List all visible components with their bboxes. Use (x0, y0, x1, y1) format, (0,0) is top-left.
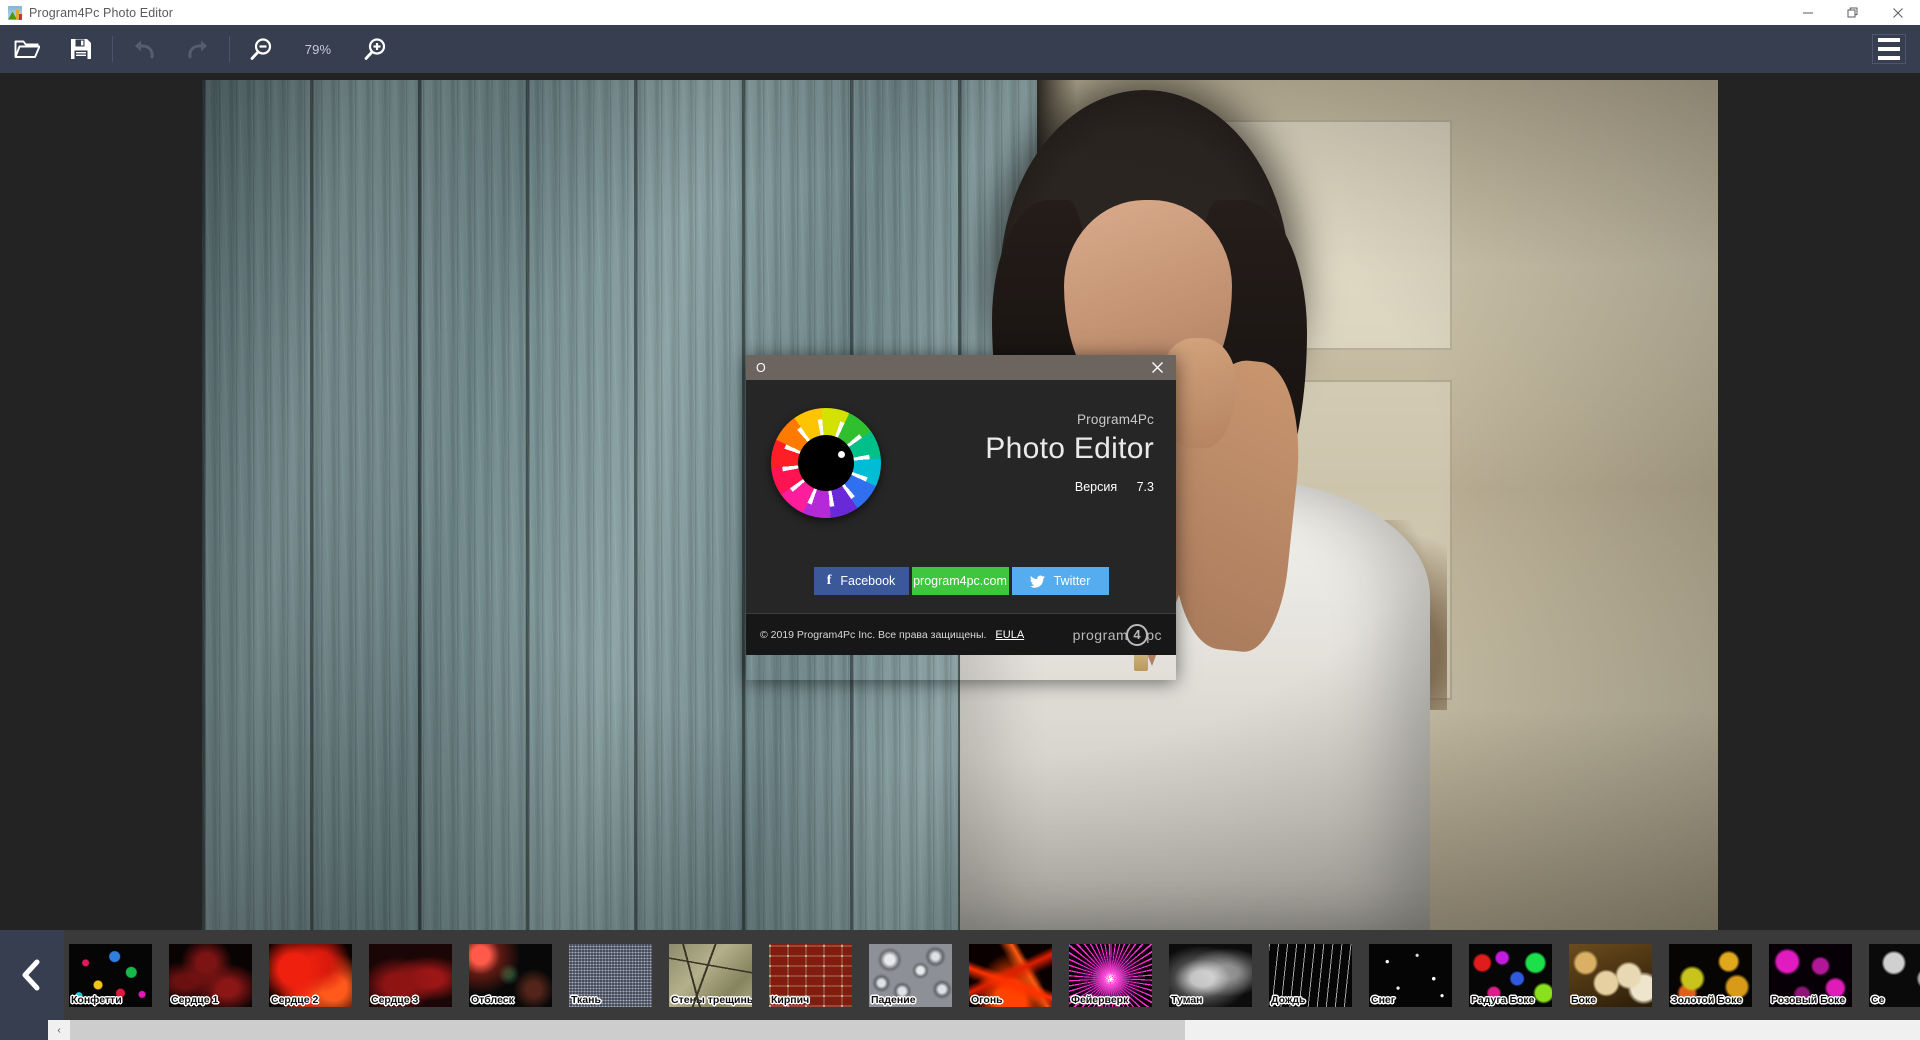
thumbnail-label: Се (1871, 993, 1885, 1006)
facebook-label: Facebook (840, 574, 896, 588)
logo-text-right: pc (1146, 626, 1162, 643)
thumbnail-label: Стены трещины (671, 993, 752, 1006)
scrollbar-track[interactable] (70, 1020, 1920, 1040)
product-name: Photo Editor (985, 432, 1154, 465)
hamburger-menu-icon[interactable] (1872, 34, 1906, 64)
version-label: Версия (1074, 480, 1118, 494)
copyright-text: © 2019 Program4Pc Inc. Все права защищен… (760, 628, 987, 641)
thumbnail-label: Боке (1571, 993, 1597, 1006)
twitter-button[interactable]: Twitter (1011, 567, 1109, 595)
thumbnail-label: Радуга Боке (1471, 993, 1535, 1006)
thumbnail-label: Сердце 2 (271, 993, 319, 1006)
window-controls (1785, 0, 1920, 25)
thumbnail-label: Фейерверк (1071, 993, 1129, 1006)
thumbnail-item[interactable]: Боке (1569, 943, 1652, 1007)
thumbnail-item[interactable]: Ткань (569, 943, 652, 1007)
twitter-label: Twitter (1053, 574, 1091, 588)
thumbnail-label: Огонь (971, 993, 1003, 1006)
thumbnail-label: Сердце 3 (371, 993, 419, 1006)
facebook-button[interactable]: f Facebook (813, 567, 909, 595)
thumbnail-label: Розовый Боке (1771, 993, 1846, 1006)
thumbnail-item[interactable]: Стены трещины (669, 943, 752, 1007)
brand-name: Program4Pc (1076, 412, 1154, 427)
thumbnail-label: Кирпич (771, 993, 810, 1006)
scrollbar-thumb[interactable] (70, 1020, 1185, 1040)
thumbnail-item[interactable]: Отблеск (469, 943, 552, 1007)
zoom-in-icon[interactable] (348, 25, 402, 73)
zoom-out-icon[interactable] (234, 25, 288, 73)
about-dialog-title: О (756, 360, 766, 375)
horizontal-scrollbar[interactable]: ‹ (0, 1020, 1920, 1040)
thumbnail-label: Сердце 1 (171, 993, 219, 1006)
about-dialog-footer: © 2019 Program4Pc Inc. Все права защищен… (746, 613, 1176, 655)
thumbnail-item[interactable]: Сердце 1 (169, 943, 252, 1007)
about-product-info: Program4Pc Photo Editor Версия 7.3 (881, 412, 1176, 494)
program4pc-logo: program 4 pc (1072, 623, 1162, 646)
color-wheel-eye-icon (771, 408, 881, 518)
thumbnail-item[interactable]: Фейерверк (1069, 943, 1152, 1007)
thumbnail-list[interactable]: Конфетти Сердце 1 Сердце 2 Сердце 3 Отблеск Т… (64, 930, 1920, 1020)
scrollbar-gutter (0, 1020, 48, 1040)
close-icon[interactable] (1138, 355, 1176, 380)
effects-filmstrip: Конфетти Сердце 1 Сердце 2 Сердце 3 Отблеск Т… (0, 930, 1920, 1020)
thumbnail-label: Падение (871, 993, 916, 1006)
scroll-left-button[interactable]: ‹ (48, 1020, 70, 1040)
thumbnail-item[interactable]: Сердце 2 (269, 943, 352, 1007)
eula-link[interactable]: EULA (995, 629, 1024, 641)
thumbnail-item[interactable]: Снег (1369, 943, 1452, 1007)
twitter-icon (1029, 575, 1045, 588)
about-dialog-body: Program4Pc Photo Editor Версия 7.3 f Fac… (746, 380, 1176, 655)
thumbnail-item[interactable]: Огонь (969, 943, 1052, 1007)
thumbnail-item[interactable]: Сердце 3 (369, 943, 452, 1007)
close-icon[interactable] (1875, 0, 1920, 25)
toolbar-separator-1 (112, 36, 113, 62)
website-label: program4pc.com (913, 574, 1007, 588)
photo-app-icon (8, 5, 22, 20)
version-row: Версия 7.3 (881, 480, 1154, 494)
logo-text-left: program (1072, 626, 1129, 643)
save-icon[interactable] (54, 25, 108, 73)
folder-open-icon[interactable] (0, 25, 54, 73)
thumbnail-label: Отблеск (471, 993, 514, 1006)
version-value: 7.3 (1136, 480, 1154, 494)
facebook-icon: f (826, 573, 832, 588)
window-titlebar: Program4Pc Photo Editor (0, 0, 1920, 25)
redo-icon[interactable] (171, 25, 225, 73)
restore-icon[interactable] (1830, 0, 1875, 25)
thumbnail-label: Снег (1371, 993, 1396, 1006)
about-dialog: О Program4Pc Photo Editor Версия 7.3 f F… (746, 355, 1176, 680)
about-social-buttons: f Facebook program4pc.com Twitter (746, 567, 1176, 595)
thumbnail-item[interactable]: Конфетти (69, 943, 152, 1007)
undo-icon[interactable] (117, 25, 171, 73)
thumbnail-label: Дождь (1271, 993, 1306, 1006)
thumbnail-item[interactable]: Дождь (1269, 943, 1352, 1007)
thumbnail-label: Золотой Боке (1671, 993, 1743, 1006)
thumbnail-item[interactable]: Падение (869, 943, 952, 1007)
thumbnail-item[interactable]: Кирпич (769, 943, 852, 1007)
window-title: Program4Pc Photo Editor (29, 5, 174, 20)
thumbnail-label: Туман (1171, 993, 1203, 1006)
thumbnail-item[interactable]: Золотой Боке (1669, 943, 1752, 1007)
thumbnail-label: Ткань (571, 993, 601, 1006)
zoom-level-label: 79% (304, 41, 332, 57)
about-dialog-titlebar: О (746, 355, 1176, 380)
chevron-left-icon[interactable] (0, 930, 64, 1020)
toolbar-separator-2 (229, 36, 230, 62)
thumbnail-item[interactable]: Розовый Боке (1769, 943, 1852, 1007)
thumbnail-item[interactable]: Туман (1169, 943, 1252, 1007)
logo-number: 4 (1126, 623, 1149, 646)
minimize-icon[interactable] (1785, 0, 1830, 25)
main-toolbar: 79% (0, 25, 1920, 73)
thumbnail-label: Конфетти (71, 993, 122, 1006)
thumbnail-item[interactable]: Радуга Боке (1469, 943, 1552, 1007)
thumbnail-item[interactable]: Се (1869, 943, 1920, 1007)
website-button[interactable]: program4pc.com (911, 567, 1009, 595)
